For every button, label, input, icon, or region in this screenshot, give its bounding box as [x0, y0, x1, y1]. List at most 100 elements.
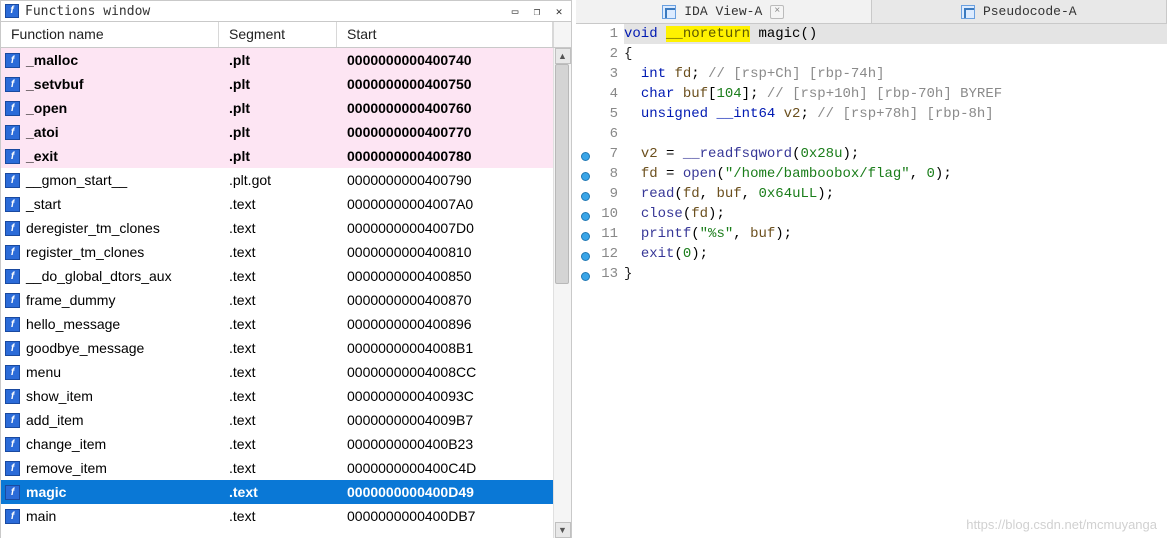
- code-line[interactable]: int fd; // [rsp+Ch] [rbp-74h]: [624, 64, 1167, 84]
- breakpoint-slot[interactable]: [576, 64, 594, 84]
- scroll-track[interactable]: [554, 64, 571, 522]
- vertical-scrollbar[interactable]: ▲ ▼: [553, 48, 571, 538]
- table-row[interactable]: f_open.plt0000000000400760: [1, 96, 553, 120]
- breakpoint-slot[interactable]: [576, 164, 594, 184]
- function-segment-cell: .text: [219, 412, 337, 428]
- function-segment-cell: .text: [219, 220, 337, 236]
- function-name-cell: f__do_global_dtors_aux: [1, 268, 219, 284]
- scroll-up-button[interactable]: ▲: [555, 48, 571, 64]
- function-name-text: main: [26, 508, 56, 524]
- line-number: 6: [594, 124, 618, 144]
- breakpoint-slot[interactable]: [576, 84, 594, 104]
- breakpoint-slot[interactable]: [576, 204, 594, 224]
- function-start-cell: 00000000004009B7: [337, 412, 553, 428]
- right-panel: IDA View-A × Pseudocode-A 12345678910111…: [576, 0, 1167, 538]
- function-segment-cell: .text: [219, 508, 337, 524]
- code-content[interactable]: void __noreturn magic(){ int fd; // [rsp…: [622, 24, 1167, 538]
- table-row[interactable]: fmain.text0000000000400DB7: [1, 504, 553, 528]
- tab-pseudocode[interactable]: Pseudocode-A: [872, 0, 1167, 23]
- function-name-cell: f_atoi: [1, 124, 219, 140]
- table-row[interactable]: fchange_item.text0000000000400B23: [1, 432, 553, 456]
- function-icon: f: [5, 365, 20, 380]
- code-line[interactable]: }: [624, 264, 1167, 284]
- code-line[interactable]: void __noreturn magic(): [624, 24, 1167, 44]
- table-row[interactable]: fadd_item.text00000000004009B7: [1, 408, 553, 432]
- code-line[interactable]: close(fd);: [624, 204, 1167, 224]
- function-name-text: _open: [26, 100, 67, 116]
- functions-list[interactable]: f_malloc.plt0000000000400740f_setvbuf.pl…: [1, 48, 553, 538]
- table-row[interactable]: fgoodbye_message.text00000000004008B1: [1, 336, 553, 360]
- breakpoint-slot[interactable]: [576, 264, 594, 284]
- function-start-cell: 0000000000400C4D: [337, 460, 553, 476]
- tab-ida-close-icon[interactable]: ×: [770, 5, 784, 19]
- breakpoint-dot-icon: [581, 152, 590, 161]
- code-line[interactable]: read(fd, buf, 0x64uLL);: [624, 184, 1167, 204]
- table-row[interactable]: f_setvbuf.plt0000000000400750: [1, 72, 553, 96]
- function-name-cell: f__gmon_start__: [1, 172, 219, 188]
- function-segment-cell: .text: [219, 388, 337, 404]
- table-row[interactable]: fmenu.text00000000004008CC: [1, 360, 553, 384]
- breakpoint-slot[interactable]: [576, 144, 594, 164]
- breakpoint-slot[interactable]: [576, 24, 594, 44]
- code-line[interactable]: fd = open("/home/bamboobox/flag", 0);: [624, 164, 1167, 184]
- breakpoint-slot[interactable]: [576, 124, 594, 144]
- minimize-button[interactable]: ▭: [507, 4, 523, 18]
- functions-header: Function name Segment Start: [0, 22, 572, 48]
- function-name-cell: fremove_item: [1, 460, 219, 476]
- table-row[interactable]: f__do_global_dtors_aux.text0000000000400…: [1, 264, 553, 288]
- function-icon: f: [5, 245, 20, 260]
- scroll-thumb[interactable]: [555, 64, 569, 284]
- function-name-text: __do_global_dtors_aux: [26, 268, 172, 284]
- function-name-cell: fgoodbye_message: [1, 340, 219, 356]
- function-segment-cell: .text: [219, 460, 337, 476]
- table-row[interactable]: fderegister_tm_clones.text00000000004007…: [1, 216, 553, 240]
- line-number: 10: [594, 204, 618, 224]
- table-row[interactable]: fremove_item.text0000000000400C4D: [1, 456, 553, 480]
- close-button[interactable]: ✕: [551, 4, 567, 18]
- code-line[interactable]: char buf[104]; // [rsp+10h] [rbp-70h] BY…: [624, 84, 1167, 104]
- code-line[interactable]: v2 = __readfsqword(0x28u);: [624, 144, 1167, 164]
- breakpoint-slot[interactable]: [576, 184, 594, 204]
- function-name-text: menu: [26, 364, 61, 380]
- table-row[interactable]: fshow_item.text000000000040093C: [1, 384, 553, 408]
- code-line[interactable]: {: [624, 44, 1167, 64]
- table-row[interactable]: f_start.text00000000004007A0: [1, 192, 553, 216]
- function-icon: f: [5, 485, 20, 500]
- line-number: 4: [594, 84, 618, 104]
- code-line[interactable]: [624, 124, 1167, 144]
- table-row[interactable]: f_exit.plt0000000000400780: [1, 144, 553, 168]
- table-row[interactable]: f__gmon_start__.plt.got0000000000400790: [1, 168, 553, 192]
- tab-ida-view[interactable]: IDA View-A ×: [576, 0, 872, 23]
- table-row[interactable]: fframe_dummy.text0000000000400870: [1, 288, 553, 312]
- table-row[interactable]: f_atoi.plt0000000000400770: [1, 120, 553, 144]
- scroll-down-button[interactable]: ▼: [555, 522, 571, 538]
- header-start[interactable]: Start: [337, 22, 553, 47]
- table-row[interactable]: fregister_tm_clones.text0000000000400810: [1, 240, 553, 264]
- function-start-cell: 0000000000400DB7: [337, 508, 553, 524]
- functions-titlebar[interactable]: f Functions window ▭ ❐ ✕: [0, 0, 572, 22]
- function-start-cell: 0000000000400740: [337, 52, 553, 68]
- breakpoint-slot[interactable]: [576, 244, 594, 264]
- breakpoint-gutter[interactable]: [576, 24, 594, 538]
- function-segment-cell: .plt: [219, 52, 337, 68]
- table-row[interactable]: fhello_message.text0000000000400896: [1, 312, 553, 336]
- breakpoint-dot-icon: [581, 172, 590, 181]
- restore-button[interactable]: ❐: [529, 4, 545, 18]
- function-name-cell: fshow_item: [1, 388, 219, 404]
- function-name-text: _start: [26, 196, 61, 212]
- table-row[interactable]: f_malloc.plt0000000000400740: [1, 48, 553, 72]
- pseudocode-editor[interactable]: 12345678910111213 void __noreturn magic(…: [576, 24, 1167, 538]
- breakpoint-slot[interactable]: [576, 44, 594, 64]
- code-line[interactable]: exit(0);: [624, 244, 1167, 264]
- function-segment-cell: .text: [219, 196, 337, 212]
- code-line[interactable]: printf("%s", buf);: [624, 224, 1167, 244]
- table-row[interactable]: fmagic.text0000000000400D49: [1, 480, 553, 504]
- header-name[interactable]: Function name: [1, 22, 219, 47]
- function-start-cell: 0000000000400850: [337, 268, 553, 284]
- code-line[interactable]: unsigned __int64 v2; // [rsp+78h] [rbp-8…: [624, 104, 1167, 124]
- breakpoint-slot[interactable]: [576, 224, 594, 244]
- breakpoint-slot[interactable]: [576, 104, 594, 124]
- header-segment[interactable]: Segment: [219, 22, 337, 47]
- function-icon: f: [5, 341, 20, 356]
- function-start-cell: 00000000004008CC: [337, 364, 553, 380]
